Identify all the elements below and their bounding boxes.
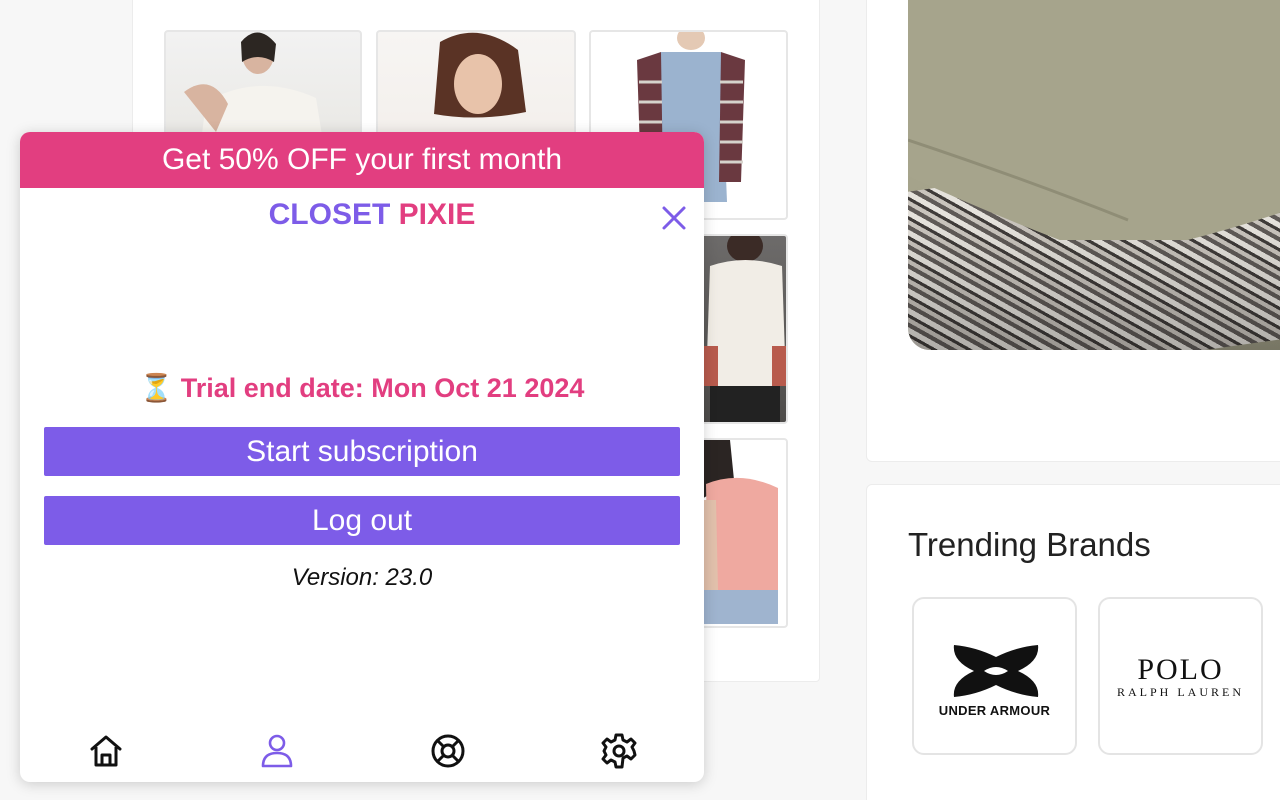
product-thumbnail[interactable]	[698, 438, 788, 628]
close-icon[interactable]	[658, 202, 690, 234]
start-subscription-button[interactable]: Start subscription	[44, 427, 680, 476]
wheel-icon[interactable]	[429, 732, 467, 770]
version-text: Version: 23.0	[291, 564, 433, 591]
trending-brands-title: Trending Brands	[908, 526, 1151, 563]
garment-shape	[908, 0, 1280, 240]
brand-name-line1: POLO	[1137, 653, 1224, 686]
brand-tile-polo-ralph-lauren[interactable]: POLO RALPH LAUREN	[1098, 597, 1263, 755]
product-image	[700, 236, 786, 422]
logout-button[interactable]: Log out	[44, 496, 680, 545]
brand-name-line2: RALPH LAUREN	[1116, 685, 1244, 699]
trial-end-text: Trial end date: Mon Oct 21 2024	[180, 373, 585, 403]
brand-tile-under-armour[interactable]: UNDER ARMOUR	[912, 597, 1077, 755]
extension-popup: Get 50% OFF your first month CLOSET PIXI…	[20, 132, 704, 782]
brand-word-pixie: PIXIE	[398, 198, 476, 231]
brand-name: UNDER ARMOUR	[938, 703, 1051, 718]
promo-banner[interactable]: Get 50% OFF your first month	[20, 132, 704, 188]
product-image	[700, 440, 778, 624]
gear-icon[interactable]	[600, 732, 638, 770]
under-armour-logo	[953, 645, 1039, 697]
product-thumbnail[interactable]	[698, 234, 788, 424]
user-icon[interactable]	[258, 732, 296, 770]
clothing-photo[interactable]	[908, 0, 1280, 350]
hourglass-icon: ⏳	[139, 373, 174, 403]
home-icon[interactable]	[87, 732, 125, 770]
brand-title: CLOSET PIXIE	[20, 198, 704, 232]
brand-word-closet: CLOSET	[268, 198, 391, 231]
trial-end-date: ⏳ Trial end date: Mon Oct 21 2024	[20, 372, 704, 404]
